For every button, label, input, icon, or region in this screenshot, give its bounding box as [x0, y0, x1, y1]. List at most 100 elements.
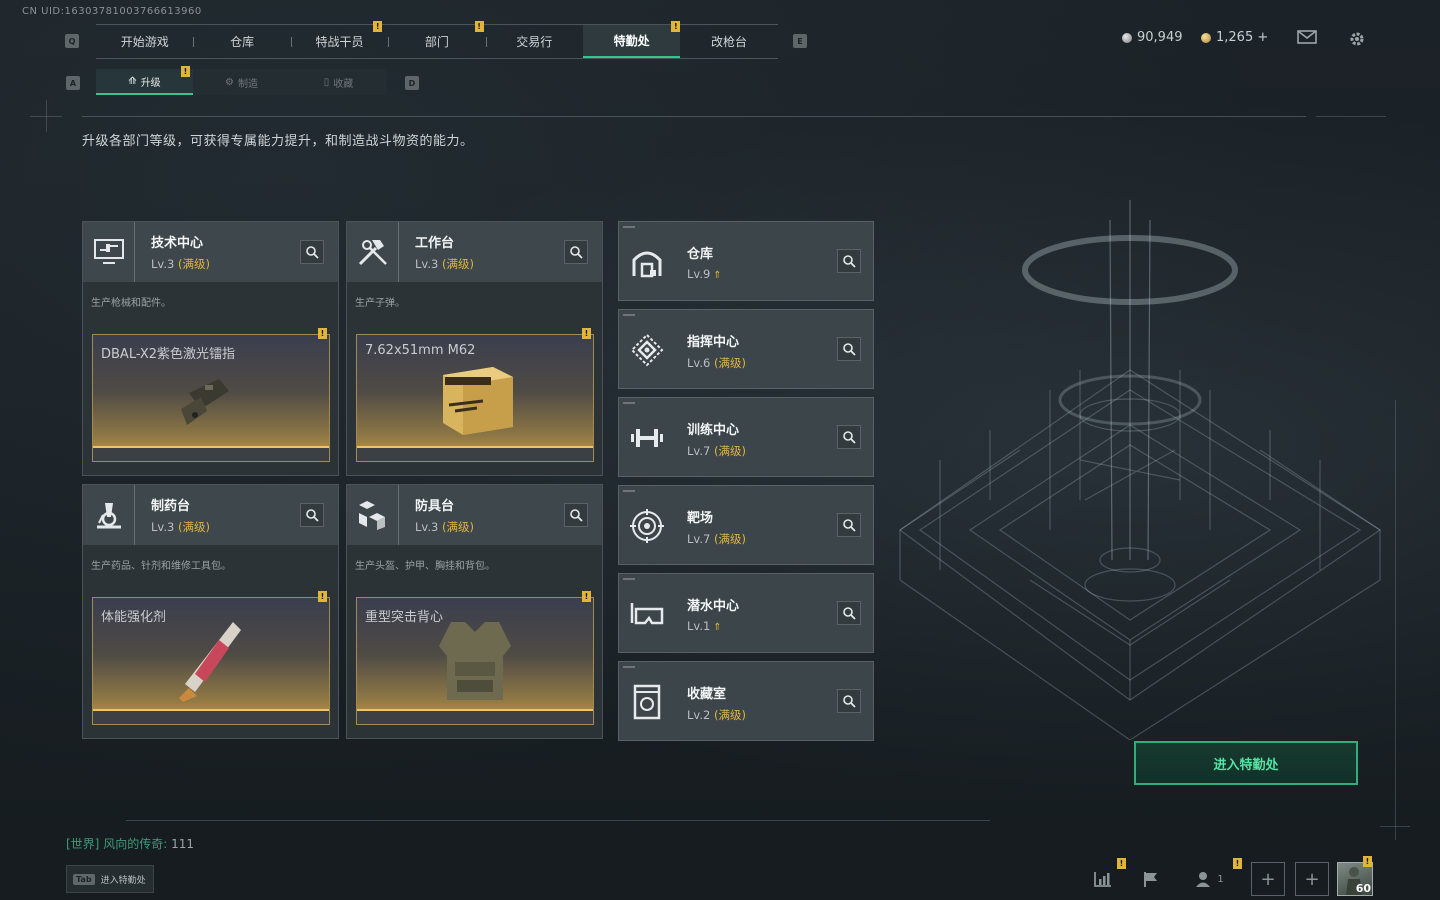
card-warehouse[interactable]: 仓库 Lv.9 ⇑ — [618, 221, 874, 301]
level-value: Lv.1 — [687, 619, 711, 633]
search-button[interactable] — [837, 249, 861, 273]
player-avatar[interactable]: 60 — [1337, 862, 1373, 896]
search-button[interactable] — [564, 240, 588, 264]
search-button[interactable] — [300, 240, 324, 264]
tab-key: Tab — [73, 873, 95, 885]
subtab-craft[interactable]: ⚙ 制造 — [193, 69, 290, 95]
card-title: 仓库 — [687, 247, 714, 262]
card-title: 指挥中心 — [687, 335, 740, 350]
tab-warehouse[interactable]: 仓库 — [193, 25, 290, 58]
add-squad-slot-button[interactable]: + — [1251, 862, 1285, 896]
tab-start-game[interactable]: 开始游戏 — [96, 25, 193, 58]
corner-mark — [623, 226, 635, 228]
card-level: Lv.3 (满级) — [151, 256, 210, 272]
alert-badge: ! — [1363, 856, 1372, 867]
subtab-collection[interactable]: ▯ 收藏 — [290, 69, 387, 95]
stats-chart-icon[interactable] — [1086, 862, 1120, 896]
search-icon — [843, 431, 856, 444]
card-workbench[interactable]: 工作台 Lv.3 (满级) 生产子弹。 7.62x51mm M62 ! — [346, 221, 603, 476]
level-value: Lv.7 — [687, 444, 711, 458]
tab-trading[interactable]: 交易行! — [474, 21, 583, 58]
card-pharmacy[interactable]: 制药台 Lv.3 (满级) 生产药品、针剂和维修工具包。 体能强化剂 ! — [82, 484, 339, 739]
search-button[interactable] — [300, 503, 324, 527]
tab-operators[interactable]: 特战干员! — [290, 21, 388, 58]
search-button[interactable] — [837, 601, 861, 625]
search-button[interactable] — [837, 513, 861, 537]
tab-gunsmith[interactable]: 改枪台 — [680, 25, 777, 58]
settings-gear-icon[interactable] — [1347, 30, 1367, 48]
search-icon — [843, 519, 856, 532]
level-value: Lv.7 — [687, 532, 711, 546]
diving-mask-icon — [619, 584, 675, 644]
command-icon — [619, 320, 675, 380]
injector-image — [179, 622, 241, 702]
tab-label: 改枪台 — [711, 35, 748, 49]
hud-strip — [126, 820, 990, 821]
card-tech-center[interactable]: 技术中心 Lv.3 (满级) 生产枪械和配件。 DBAL-X2紫色激光镭指 ! — [82, 221, 339, 476]
tab-separator — [388, 37, 390, 47]
mail-icon[interactable] — [1297, 30, 1317, 48]
product-slot[interactable]: 体能强化剂 — [92, 597, 330, 725]
tab-hint-label: 进入特勤处 — [100, 875, 146, 886]
enter-special-ops-button[interactable]: 进入特勤处 — [1134, 741, 1358, 785]
silver-currency: 90,949 — [1122, 30, 1183, 45]
tab-label: 开始游戏 — [120, 35, 169, 49]
tab-hint[interactable]: Tab 进入特勤处 — [66, 865, 154, 893]
subnav-right-key: D — [405, 76, 419, 90]
search-button[interactable] — [837, 425, 861, 449]
warehouse-icon — [619, 232, 675, 292]
tab-special-ops[interactable]: 特勤处! — [582, 21, 681, 58]
product-name: 7.62x51mm M62 — [365, 343, 476, 358]
max-level-tag: (满级) — [713, 708, 746, 722]
gold-currency[interactable]: 1,265 + — [1201, 30, 1268, 45]
product-slot[interactable]: DBAL-X2紫色激光镭指 — [92, 334, 330, 462]
search-icon — [843, 343, 856, 356]
player-level: 60 — [1355, 882, 1371, 895]
card-level: Lv.7 (满级) — [687, 443, 746, 459]
alert-badge: ! — [181, 66, 190, 77]
card-shooting-range[interactable]: 靶场 Lv.7 (满级) — [618, 485, 874, 565]
card-title: 工作台 — [415, 236, 455, 251]
card-title: 潜水中心 — [687, 599, 740, 614]
alert-badge: ! — [1233, 858, 1242, 869]
player-uid: CN UID:16303781003766613960 — [22, 6, 202, 17]
card-subtitle: 生产头盔、护甲、胸挂和背包。 — [355, 561, 495, 572]
level-value: Lv.6 — [687, 356, 711, 370]
card-command-center[interactable]: 指挥中心 Lv.6 (满级) — [618, 309, 874, 389]
max-level-tag: (满级) — [713, 356, 746, 370]
tab-label: 特勤处 — [613, 34, 650, 48]
product-slot[interactable]: 7.62x51mm M62 — [356, 334, 594, 462]
card-diving-center[interactable]: 潜水中心 Lv.1 ⇑ — [618, 573, 874, 653]
microscope-icon — [83, 485, 135, 545]
frame-decor — [1316, 116, 1386, 117]
sub-nav: ⟰ 升级 ! ⚙ 制造 ▯ 收藏 — [96, 66, 387, 95]
card-level: Lv.7 (满级) — [687, 531, 746, 547]
friends-icon[interactable]: 1 — [1190, 862, 1230, 896]
laser-device-image — [181, 379, 229, 425]
world-chat-line[interactable]: [世界] 风向的传奇: 111 — [66, 835, 194, 852]
card-title: 训练中心 — [687, 423, 740, 438]
upgrade-available-icon: ⇑ — [713, 270, 722, 281]
card-level: Lv.3 (满级) — [415, 519, 474, 535]
alert-badge: ! — [318, 328, 327, 339]
search-button[interactable] — [564, 503, 588, 527]
product-name: 重型突击背心 — [365, 610, 444, 625]
add-squad-slot-button[interactable]: + — [1295, 862, 1329, 896]
upgrade-available-icon: ⇑ — [713, 622, 722, 633]
card-armor-bench[interactable]: 防具台 Lv.3 (满级) 生产头盔、护甲、胸挂和背包。 重型突击背心 ! — [346, 484, 603, 739]
card-level: Lv.6 (满级) — [687, 355, 746, 371]
craft-icon: ⚙ — [225, 76, 234, 88]
card-training-center[interactable]: 训练中心 Lv.7 (满级) — [618, 397, 874, 477]
max-level-tag: (满级) — [177, 257, 210, 271]
search-button[interactable] — [837, 337, 861, 361]
flag-icon[interactable] — [1134, 862, 1168, 896]
subtab-upgrade[interactable]: ⟰ 升级 ! — [96, 66, 193, 95]
tab-separator — [193, 37, 195, 47]
alert-badge: ! — [582, 591, 591, 602]
tab-separator — [485, 37, 487, 47]
search-icon — [306, 509, 319, 522]
product-slot[interactable]: 重型突击背心 — [356, 597, 594, 725]
card-collection-room[interactable]: 收藏室 Lv.2 (满级) — [618, 661, 874, 741]
search-button[interactable] — [837, 689, 861, 713]
tab-department[interactable]: 部门 — [388, 25, 485, 58]
